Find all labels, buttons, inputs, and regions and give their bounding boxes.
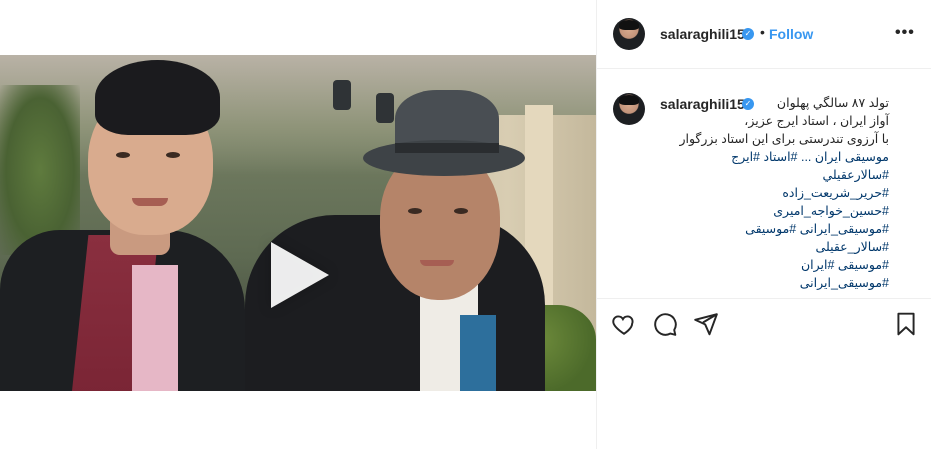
hashtag-link[interactable]: #موسیقی #ایران	[663, 256, 889, 274]
mouth	[420, 260, 454, 266]
hashtag-link[interactable]: #حسین_خواجه_امیری	[663, 202, 889, 220]
caption-line[interactable]: موسیقی ایران ... #استاد #ایرج	[663, 148, 889, 166]
share-icon[interactable]	[693, 311, 719, 337]
separator-dot: •	[760, 24, 765, 40]
hashtag-link[interactable]: #سالار_عقیلی	[663, 238, 889, 256]
caption-line: تولد ۸۷ سالگي پهلوان	[776, 96, 889, 110]
heart-icon[interactable]	[611, 311, 637, 337]
caption-text: تولد ۸۷ سالگي پهلوان آواز ایران ، استاد …	[663, 94, 889, 292]
hashtag-link[interactable]: #موسیقی_ایرانی	[663, 274, 889, 292]
action-bar	[597, 299, 931, 349]
eye	[454, 208, 468, 214]
eye	[408, 208, 422, 214]
post-header: salaraghili15 ✓ • Follow •••	[597, 0, 931, 69]
caption-line: با آرزوی تندرستی برای این استاد بزرگوار	[679, 132, 889, 146]
verified-badge-icon: ✓	[742, 28, 754, 40]
hashtag-link[interactable]: #موسیقی_ایرانی #موسیقی	[663, 220, 889, 238]
play-icon[interactable]	[271, 242, 329, 308]
mouth	[132, 198, 168, 206]
avatar[interactable]	[613, 18, 645, 50]
post-video[interactable]	[0, 55, 596, 391]
hat-band	[395, 143, 499, 153]
hair	[95, 60, 220, 135]
more-options-icon[interactable]: •••	[895, 24, 915, 42]
avatar-hair	[619, 95, 639, 105]
person-left	[0, 55, 250, 391]
bookmark-icon[interactable]	[893, 311, 919, 337]
post-media-area	[0, 0, 596, 449]
avatar[interactable]	[613, 93, 645, 125]
eye	[116, 152, 130, 158]
vest	[460, 315, 496, 391]
shirt	[132, 265, 178, 391]
caption-area: salaraghili15 ✓ تولد ۸۷ سالگي پهلوان آوا…	[597, 69, 931, 299]
person-right	[245, 55, 545, 391]
username-link[interactable]: salaraghili15	[660, 26, 745, 42]
post-sidebar: salaraghili15 ✓ • Follow ••• salaraghili…	[596, 0, 931, 449]
eye	[166, 152, 180, 158]
hashtag-link[interactable]: #حرير_شريعت_زاده	[663, 184, 889, 202]
caption-line: آواز ایران ، استاد ایرج عزیز،	[744, 114, 889, 128]
avatar-hair	[619, 20, 639, 30]
hashtag-link[interactable]: #سالارعقيلي	[663, 166, 889, 184]
comment-icon[interactable]	[652, 311, 678, 337]
follow-button[interactable]: Follow	[769, 26, 813, 42]
